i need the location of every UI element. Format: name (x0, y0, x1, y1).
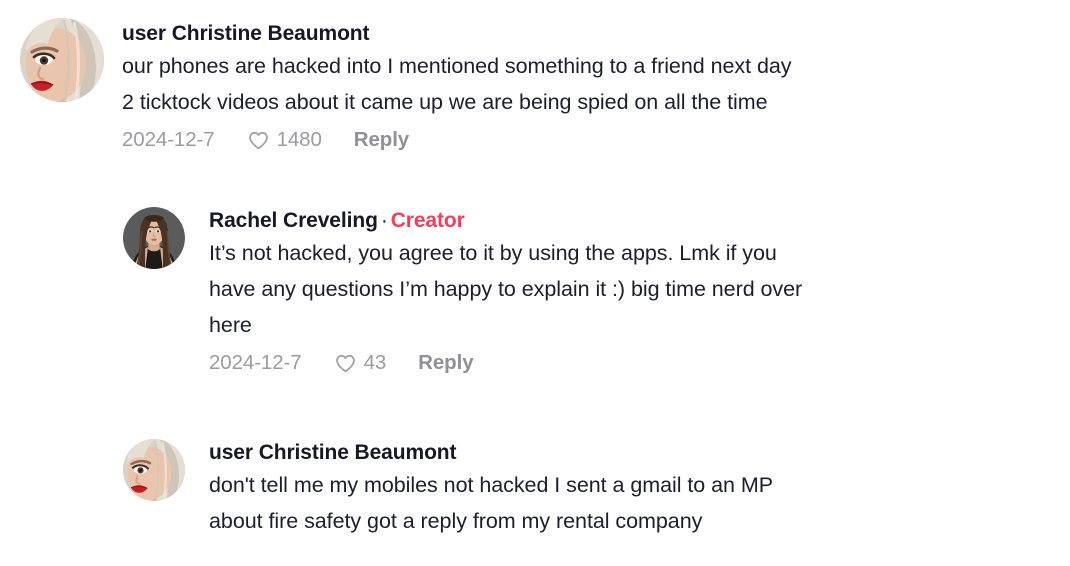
comment-item: user Christine Beaumont don't tell me my… (0, 437, 1070, 539)
comment-body: user Christine Beaumont our phones are h… (122, 18, 792, 154)
avatar-image (20, 18, 104, 102)
heart-icon (334, 352, 357, 375)
like-button[interactable]: 1480 (247, 126, 322, 154)
avatar[interactable] (123, 439, 185, 501)
comment-username[interactable]: Rachel Creveling · Creator (209, 207, 802, 235)
username-text: Rachel Creveling (209, 209, 378, 232)
like-count: 43 (363, 351, 387, 374)
comment-text: our phones are hacked into I mentioned s… (122, 54, 792, 114)
comment-thread: user Christine Beaumont our phones are h… (0, 0, 1070, 566)
avatar-image (123, 207, 185, 269)
avatar-image (123, 439, 185, 501)
comment-meta: 2024-12-7 1480 Reply (122, 126, 791, 154)
username-text: user Christine Beaumont (122, 22, 370, 45)
username-separator: · (380, 209, 388, 232)
heart-icon (247, 129, 270, 152)
reply-button[interactable]: Reply (354, 126, 409, 154)
comment-date: 2024-12-7 (209, 351, 302, 374)
comment-item: Rachel Creveling · Creator It’s not hacked… (0, 205, 1070, 377)
avatar[interactable] (123, 207, 185, 269)
creator-badge: Creator (390, 209, 465, 232)
comment-text: don't tell me my mobiles not hacked I se… (209, 473, 774, 533)
comment-body: user Christine Beaumont don't tell me my… (209, 437, 773, 539)
comment-date: 2024-12-7 (122, 128, 215, 151)
comment-body: Rachel Creveling · Creator It’s not hacked… (209, 205, 802, 377)
like-count: 1480 (276, 128, 322, 151)
comment-meta: 2024-12-7 43 Reply (209, 349, 802, 377)
comment-username[interactable]: user Christine Beaumont (209, 439, 773, 467)
reply-button[interactable]: Reply (418, 349, 473, 377)
avatar[interactable] (20, 18, 104, 102)
comment-text: It’s not hacked, you agree to it by usin… (209, 241, 803, 337)
like-button[interactable]: 43 (334, 349, 387, 377)
username-text: user Christine Beaumont (209, 441, 457, 464)
comment-username[interactable]: user Christine Beaumont (122, 20, 791, 48)
comment-item: user Christine Beaumont our phones are h… (0, 18, 1070, 154)
